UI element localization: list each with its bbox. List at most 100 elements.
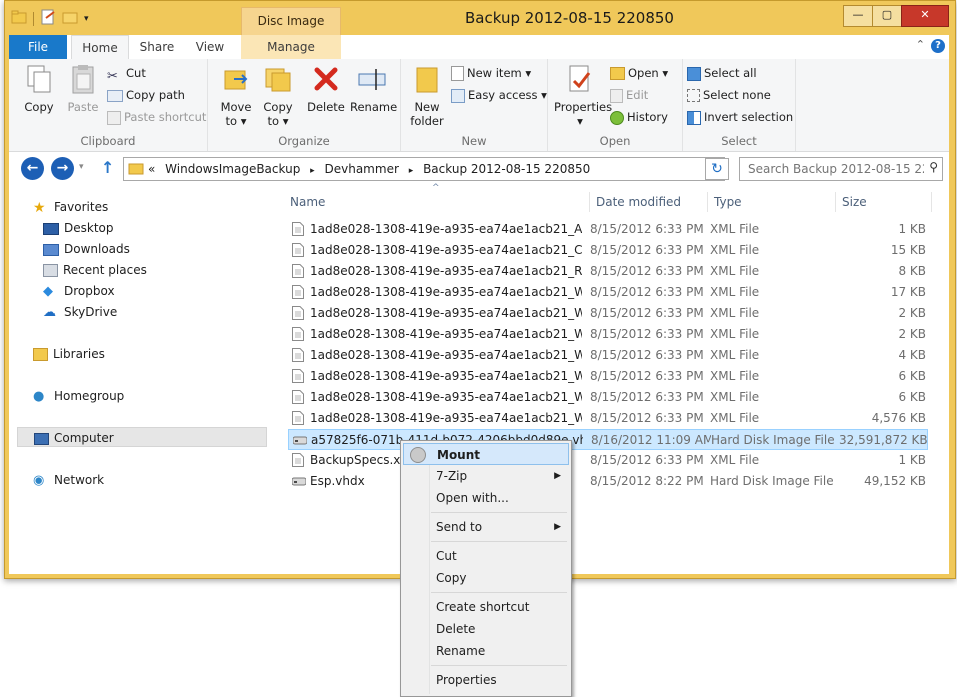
help-icon[interactable]: ?: [931, 39, 945, 53]
copy-button[interactable]: Copy: [17, 63, 61, 114]
file-row[interactable]: BackupSpecs.xml 8/15/2012 6:33 PM XML File…: [288, 450, 928, 471]
delete-icon: [314, 67, 338, 91]
history-icon: [610, 110, 624, 125]
folder-icon: [128, 163, 144, 175]
file-row[interactable]: 1ad8e028-1308-419e-a935-ea74ae1acb21_Add…: [288, 219, 928, 240]
copy-to-button[interactable]: Copy to ▾: [256, 63, 300, 128]
menu-item-cut[interactable]: Cut: [403, 545, 569, 567]
rename-button[interactable]: Rename: [350, 63, 397, 114]
nav-homegroup[interactable]: ● Homegroup: [33, 386, 124, 406]
delete-button[interactable]: Delete: [304, 63, 348, 114]
minimize-ribbon-icon[interactable]: ⌃: [916, 38, 925, 51]
file-row[interactable]: 1ad8e028-1308-419e-a935-ea74ae1acb21_Wri…: [288, 345, 928, 366]
file-row[interactable]: 1ad8e028-1308-419e-a935-ea74ae1acb21_Reg…: [288, 261, 928, 282]
copy-path-button[interactable]: Copy path: [107, 85, 185, 105]
properties-icon[interactable]: [40, 9, 56, 28]
menu-item-delete[interactable]: Delete: [403, 618, 569, 640]
file-size: 1 KB: [898, 222, 926, 236]
column-header-name[interactable]: Name: [284, 192, 590, 212]
nav-network[interactable]: ◉ Network: [33, 470, 104, 490]
nav-skydrive[interactable]: ☁ SkyDrive: [43, 302, 117, 322]
tab-file[interactable]: File: [9, 35, 67, 59]
paste-button[interactable]: Paste: [61, 63, 105, 114]
menu-item-mount[interactable]: Mount: [403, 443, 569, 465]
address-bar[interactable]: « WindowsImageBackup ▸ Devhammer ▸ Backu…: [123, 157, 725, 181]
breadcrumb-separator-icon[interactable]: ▸: [310, 166, 315, 176]
menu-item-properties[interactable]: Properties: [403, 669, 569, 691]
back-button[interactable]: ←: [21, 157, 44, 180]
recent-locations-icon[interactable]: ▾: [79, 162, 84, 172]
open-button[interactable]: Open ▾: [610, 63, 668, 83]
move-to-button[interactable]: Move to ▾: [214, 63, 258, 128]
menu-separator: [431, 541, 567, 542]
search-icon[interactable]: ⚲: [929, 160, 938, 174]
breadcrumb-item[interactable]: WindowsImageBackup: [165, 162, 300, 176]
nav-desktop[interactable]: Desktop: [43, 218, 114, 238]
maximize-button[interactable]: ▢: [872, 5, 902, 27]
minimize-button[interactable]: —: [843, 5, 873, 27]
nav-dropbox[interactable]: ◆ Dropbox: [43, 281, 115, 301]
column-header-size[interactable]: Size: [836, 192, 932, 212]
nav-libraries[interactable]: Libraries: [33, 344, 105, 364]
file-row[interactable]: 1ad8e028-1308-419e-a935-ea74ae1acb21_Wri…: [288, 366, 928, 387]
file-name: 1ad8e028-1308-419e-a935-ea74ae1acb21_Com…: [310, 243, 582, 257]
menu-item-7zip[interactable]: 7-Zip ▶: [403, 465, 569, 487]
cut-button[interactable]: ✂ Cut: [107, 63, 146, 84]
new-folder-icon[interactable]: [62, 10, 78, 27]
file-row[interactable]: 1ad8e028-1308-419e-a935-ea74ae1acb21_Com…: [288, 240, 928, 261]
new-folder-button[interactable]: New folder: [405, 63, 449, 128]
nav-computer[interactable]: Computer: [17, 427, 267, 447]
invert-selection-button[interactable]: Invert selection: [687, 107, 793, 127]
folder-icon[interactable]: [11, 10, 27, 27]
breadcrumb-separator-icon[interactable]: ▸: [409, 166, 414, 176]
easy-access-icon: [451, 88, 465, 103]
nav-recent-places[interactable]: Recent places: [43, 260, 147, 280]
select-none-button[interactable]: Select none: [687, 85, 771, 105]
new-item-button[interactable]: New item ▾: [451, 63, 531, 83]
column-header-date[interactable]: Date modified: [590, 192, 708, 212]
forward-button[interactable]: →: [51, 157, 74, 180]
file-date: 8/15/2012 6:33 PM: [590, 411, 704, 425]
easy-access-button[interactable]: Easy access ▾: [451, 85, 547, 105]
tab-view[interactable]: View: [187, 35, 233, 59]
breadcrumb-overflow[interactable]: «: [148, 162, 155, 176]
column-header-type[interactable]: Type: [708, 192, 836, 212]
file-row[interactable]: Esp.vhdx 8/15/2012 8:22 PM Hard Disk Image…: [288, 471, 928, 492]
menu-item-send-to[interactable]: Send to ▶: [403, 516, 569, 538]
history-button[interactable]: History: [610, 107, 668, 127]
menu-item-open-with[interactable]: Open with...: [403, 487, 569, 509]
nav-favorites[interactable]: ★ Favorites: [33, 197, 108, 217]
file-row[interactable]: a57825f6-071b-411d-b072-4206bbd0d89e.vhd…: [288, 429, 928, 450]
file-size: 32,591,872 KB: [839, 433, 927, 447]
menu-item-rename[interactable]: Rename: [403, 640, 569, 662]
menu-item-create-shortcut[interactable]: Create shortcut: [403, 596, 569, 618]
file-name: 1ad8e028-1308-419e-a935-ea74ae1acb21_Wri…: [310, 390, 582, 404]
customize-qat-icon[interactable]: ▾: [84, 14, 89, 24]
computer-icon: [34, 432, 49, 445]
tab-home[interactable]: Home: [71, 35, 129, 61]
tab-manage[interactable]: Manage: [241, 35, 341, 59]
xml-file-icon: [292, 285, 304, 299]
up-button[interactable]: ↑: [101, 158, 114, 177]
close-button[interactable]: ✕: [901, 5, 949, 27]
properties-button[interactable]: Properties ▾: [554, 63, 612, 128]
breadcrumb-item[interactable]: Backup 2012-08-15 220850: [423, 162, 590, 176]
breadcrumb-item[interactable]: Devhammer: [325, 162, 399, 176]
file-row[interactable]: 1ad8e028-1308-419e-a935-ea74ae1acb21_Wri…: [288, 408, 928, 429]
paste-shortcut-icon: [107, 110, 121, 125]
file-row[interactable]: 1ad8e028-1308-419e-a935-ea74ae1acb21_Wri…: [288, 303, 928, 324]
tab-share[interactable]: Share: [133, 35, 181, 59]
paste-shortcut-button[interactable]: Paste shortcut: [107, 107, 206, 127]
refresh-button[interactable]: ↻: [705, 158, 729, 180]
file-row[interactable]: 1ad8e028-1308-419e-a935-ea74ae1acb21_Wri…: [288, 387, 928, 408]
nav-downloads[interactable]: Downloads: [43, 239, 130, 259]
group-organize: Move to ▾ Copy to ▾ Delete Rename Organi…: [208, 59, 401, 151]
select-all-button[interactable]: Select all: [687, 63, 757, 83]
menu-item-copy[interactable]: Copy: [403, 567, 569, 589]
search-input[interactable]: [746, 158, 926, 180]
file-row[interactable]: 1ad8e028-1308-419e-a935-ea74ae1acb21_Wri…: [288, 282, 928, 303]
edit-button[interactable]: Edit: [610, 85, 648, 105]
file-row[interactable]: 1ad8e028-1308-419e-a935-ea74ae1acb21_Wri…: [288, 324, 928, 345]
file-date: 8/15/2012 6:33 PM: [590, 453, 704, 467]
group-open: Properties ▾ Open ▾ Edit History Open: [548, 59, 683, 151]
